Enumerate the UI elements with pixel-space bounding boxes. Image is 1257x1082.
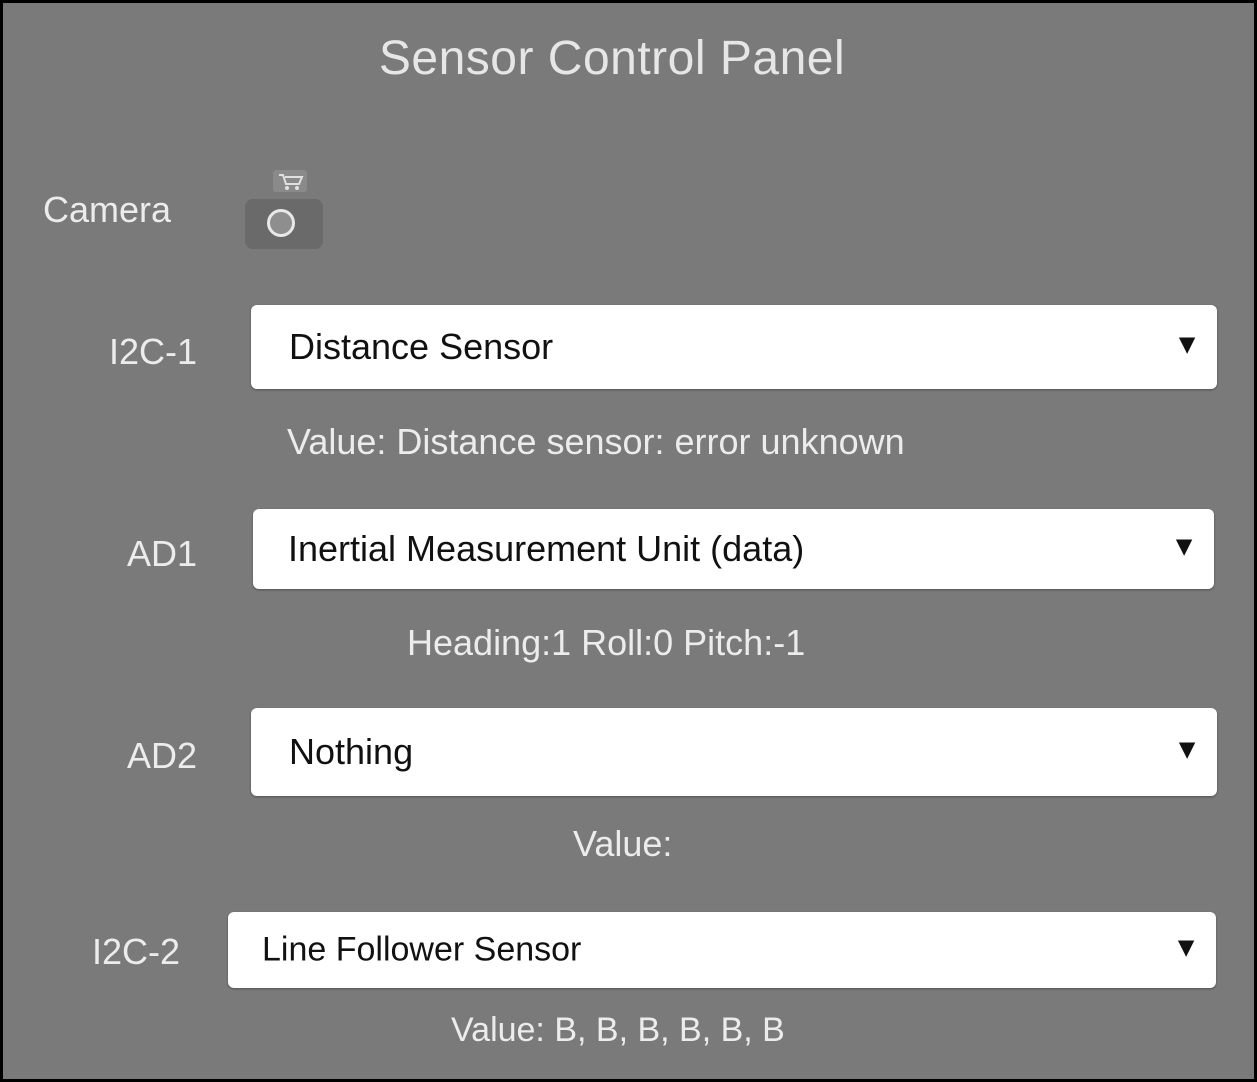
i2c-1-value-text: Value: Distance sensor: error unknown [287, 421, 905, 462]
i2c-2-selected-value: Line Follower Sensor [262, 930, 582, 969]
i2c-2-value-text: Value: B, B, B, B, B, B [451, 1011, 785, 1049]
panel-title: Sensor Control Panel [378, 32, 846, 85]
ad2-selected-value: Nothing [289, 731, 414, 772]
ad1-selected-value: Inertial Measurement Unit (data) [288, 528, 805, 569]
chevron-down-icon: ▼ [1173, 733, 1201, 765]
ad2-value-text: Value: [573, 823, 673, 864]
port-label-ad2: AD2 [126, 735, 197, 776]
i2c-1-selected-value: Distance Sensor [289, 326, 554, 367]
port-label-i2c-1: I2C-1 [108, 331, 197, 372]
chevron-down-icon: ▼ [1172, 931, 1200, 963]
ad1-select[interactable]: Inertial Measurement Unit (data) ▼ [253, 509, 1214, 589]
i2c-1-select[interactable]: Distance Sensor ▼ [251, 305, 1217, 389]
i2c-2-select[interactable]: Line Follower Sensor ▼ [228, 912, 1216, 988]
chevron-down-icon: ▼ [1170, 530, 1198, 562]
ad2-select[interactable]: Nothing ▼ [251, 708, 1217, 796]
port-label-ad1: AD1 [126, 533, 197, 574]
sensor-control-panel: Sensor Control Panel Camera I2C-1 Distan… [0, 0, 1257, 1082]
port-label-i2c-2: I2C-2 [91, 931, 180, 972]
camera-lens-icon [267, 209, 295, 237]
camera-label: Camera [43, 189, 172, 230]
chevron-down-icon: ▼ [1173, 328, 1201, 360]
ad1-value-text: Heading:1 Roll:0 Pitch:-1 [407, 622, 806, 663]
cart-icon [273, 170, 307, 192]
